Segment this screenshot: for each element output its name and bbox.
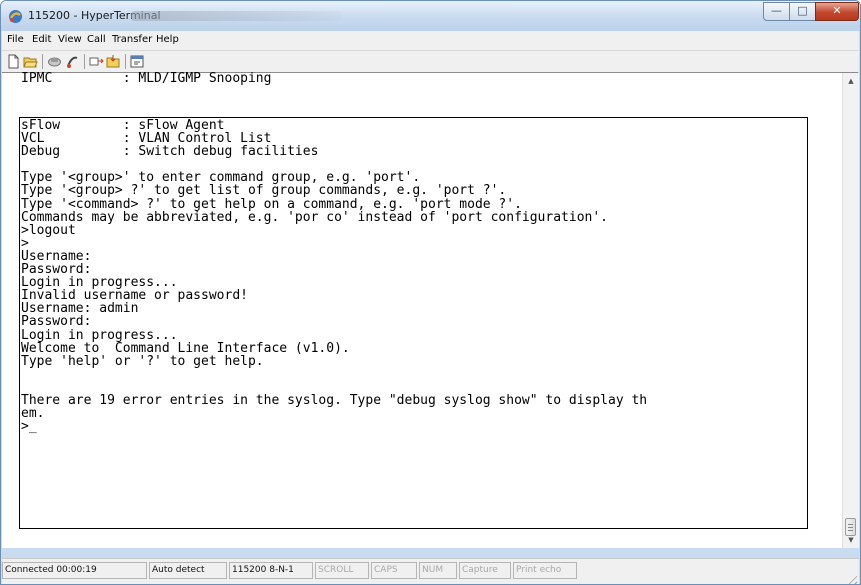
grip-line xyxy=(848,527,853,528)
properties-icon[interactable] xyxy=(130,54,145,69)
toolbar-separator xyxy=(42,54,43,69)
terminal-line: Commands may be abbreviated, e.g. 'por c… xyxy=(21,209,608,225)
open-icon[interactable] xyxy=(23,54,38,69)
hyperterminal-window: 115200 - HyperTerminal — □ ✕ File Edit V… xyxy=(0,0,861,585)
terminal-output: sFlow : sFlow Agent VCL : VLAN Control Li… xyxy=(21,119,647,433)
toolbar xyxy=(2,50,859,72)
terminal-line: Username: xyxy=(21,248,92,264)
terminal-line: >logout xyxy=(21,222,76,238)
terminal-line: Welcome to Command Line Interface (v1.0)… xyxy=(21,340,350,356)
menu-transfer[interactable]: Transfer xyxy=(112,34,152,45)
scroll-up-arrow-icon[interactable]: ▲ xyxy=(843,73,859,89)
minimize-button[interactable]: — xyxy=(763,2,790,21)
receive-icon[interactable] xyxy=(106,54,121,69)
status-detect: Auto detect xyxy=(149,562,227,579)
menu-file[interactable]: File xyxy=(7,34,24,45)
maximize-button[interactable]: □ xyxy=(789,2,816,21)
grip-line xyxy=(848,524,853,525)
terminal-line: Type '<group> ?' to get list of group co… xyxy=(21,183,507,199)
terminal-line: Username: admin xyxy=(21,301,139,317)
terminal-line: There are 19 error entries in the syslog… xyxy=(21,392,648,408)
terminal-screen: sFlow : sFlow Agent VCL : VLAN Control Li… xyxy=(19,117,808,529)
menu-edit[interactable]: Edit xyxy=(32,34,51,45)
terminal-line: Type 'help' or '?' to get help. xyxy=(21,353,264,369)
status-print-echo: Print echo xyxy=(513,562,577,579)
send-icon[interactable] xyxy=(89,54,104,69)
close-button[interactable]: ✕ xyxy=(815,2,859,21)
new-connection-icon[interactable] xyxy=(6,54,21,69)
toolbar-separator xyxy=(84,54,85,69)
terminal-line: Type '<command> ?' to get help on a comm… xyxy=(21,196,522,212)
terminal-line: Password: xyxy=(21,314,92,330)
terminal-line: Debug : Switch debug facilities xyxy=(21,144,319,160)
status-scroll: SCROLL xyxy=(315,562,369,579)
terminal-line: em. xyxy=(21,406,45,422)
terminal-line: Login in progress... xyxy=(21,327,178,343)
status-caps: CAPS xyxy=(371,562,417,579)
grip-line xyxy=(848,530,853,531)
menu-bar: File Edit View Call Transfer Help xyxy=(2,31,859,50)
status-num: NUM xyxy=(419,562,457,579)
menu-view[interactable]: View xyxy=(58,34,82,45)
menu-help[interactable]: Help xyxy=(156,34,179,45)
status-connected: Connected 00:00:19 xyxy=(2,562,147,579)
terminal-line: >_ xyxy=(21,419,37,435)
toolbar-separator xyxy=(125,54,126,69)
title-bar[interactable]: 115200 - HyperTerminal — □ ✕ xyxy=(1,1,860,31)
resize-grip-icon[interactable] xyxy=(845,572,857,584)
disconnect-icon[interactable] xyxy=(47,54,62,69)
hyperterminal-app-icon[interactable] xyxy=(8,9,23,24)
scroll-down-arrow-icon[interactable]: ▼ xyxy=(843,532,859,548)
terminal-top-line: IPMC : MLD/IGMP Snooping xyxy=(21,71,272,86)
status-settings: 115200 8-N-1 xyxy=(229,562,313,579)
vertical-scrollbar[interactable]: ▲ ▼ xyxy=(842,73,859,548)
title-bar-blur xyxy=(131,11,341,21)
status-bar: Connected 00:00:19 Auto detect 115200 8-… xyxy=(2,558,859,584)
terminal-line: > xyxy=(21,235,29,251)
menu-call[interactable]: Call xyxy=(87,34,106,45)
connect-icon[interactable] xyxy=(65,54,80,69)
status-capture: Capture xyxy=(459,562,511,579)
terminal-area[interactable]: IPMC : MLD/IGMP Snooping sFlow : sFlow A… xyxy=(2,71,859,548)
